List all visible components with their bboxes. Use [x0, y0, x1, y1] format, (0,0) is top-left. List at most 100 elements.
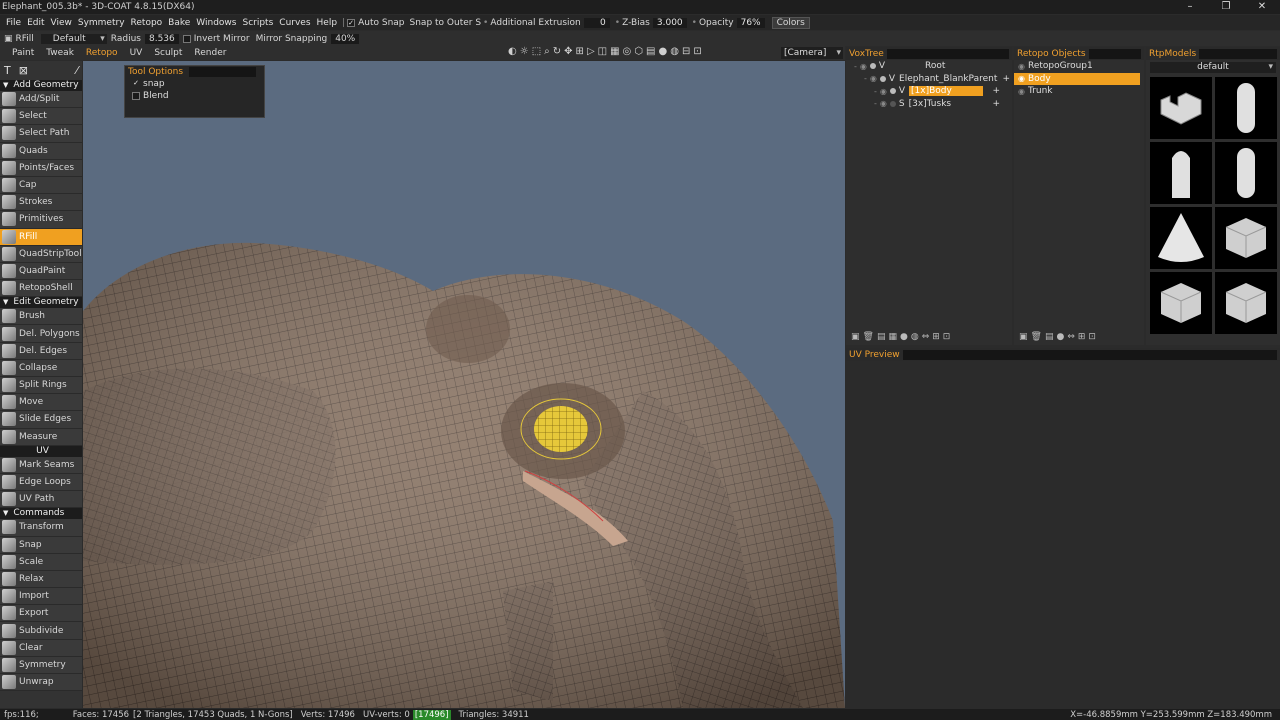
model-slot-cube-2[interactable] [1150, 272, 1212, 334]
select-tool-icon[interactable]: ⊠ [19, 64, 28, 77]
tool-points-faces[interactable]: Points/Faces [0, 159, 82, 177]
delete-icon[interactable]: 🗑 [1031, 332, 1042, 342]
tab-uv[interactable]: UV [124, 48, 149, 58]
menu-view[interactable]: View [48, 18, 75, 28]
settings-icon[interactable]: ⊡ [1088, 332, 1096, 342]
tool-select[interactable]: Select [0, 108, 82, 126]
retopo-item-body[interactable]: ◉ Body [1014, 72, 1140, 85]
voxtree-row-parent[interactable]: - ◉ V Elephant_BlankParent + [846, 73, 1012, 86]
eye-icon[interactable]: ◉ [880, 99, 887, 108]
tool-strokes[interactable]: Strokes [0, 194, 82, 212]
sphere-icon[interactable]: ● [658, 46, 667, 60]
extrusion-input[interactable]: 0 [583, 17, 610, 28]
rtpmodels-title[interactable]: RtpModels [1146, 49, 1199, 59]
export-icon[interactable]: ⊞ [932, 332, 940, 342]
add-icon[interactable]: + [992, 99, 1000, 109]
tool-retoposhell[interactable]: RetopoShell [0, 280, 82, 298]
section-edit-geometry[interactable]: ▼ Edit Geometry [0, 297, 82, 309]
eye-icon[interactable]: ◉ [1018, 62, 1025, 71]
tool-split-rings[interactable]: Split Rings [0, 377, 82, 395]
tool-clear[interactable]: Clear [0, 639, 82, 657]
uv-preview-title[interactable]: UV Preview [846, 350, 903, 360]
visibility-dot-icon[interactable] [889, 100, 896, 107]
close-button[interactable]: ✕ [1244, 0, 1280, 14]
blend-checkbox[interactable] [132, 92, 140, 100]
tool-mark-seams[interactable]: Mark Seams [0, 456, 82, 474]
split-icon[interactable]: ⊟ [682, 46, 690, 60]
visibility-dot-icon[interactable] [889, 88, 896, 95]
tool-collapse[interactable]: Collapse [0, 359, 82, 377]
collapse-icon[interactable]: - [854, 62, 857, 71]
settings-icon[interactable]: ⊡ [943, 332, 951, 342]
add-icon[interactable]: + [1002, 74, 1010, 84]
menu-help[interactable]: Help [314, 18, 341, 28]
frame-icon[interactable]: ⬚ [532, 46, 541, 60]
light-icon[interactable]: ☼ [520, 46, 529, 60]
brush-tool-icon[interactable]: ⁄ [76, 64, 78, 77]
new-layer-icon[interactable]: ▣ [851, 332, 860, 342]
screenshot-icon[interactable]: ▤ [646, 46, 655, 60]
menu-retopo[interactable]: Retopo [128, 18, 166, 28]
view-icon[interactable]: ⊡ [693, 46, 701, 60]
tool-del-polygons[interactable]: Del. Polygons [0, 325, 82, 343]
merge-icon[interactable]: ⇔ [922, 332, 930, 342]
tool-primitives[interactable]: Primitives [0, 211, 82, 229]
material-icon[interactable]: ◍ [670, 46, 679, 60]
cube-icon[interactable]: ⬡ [634, 46, 643, 60]
model-slot-bullet[interactable] [1150, 142, 1212, 204]
3d-viewport[interactable] [83, 61, 845, 708]
merge-icon[interactable]: ⇔ [1067, 332, 1075, 342]
ortho-icon[interactable]: ◫ [598, 46, 607, 60]
tool-measure[interactable]: Measure [0, 428, 82, 446]
tool-edge-loops[interactable]: Edge Loops [0, 473, 82, 492]
menu-bake[interactable]: Bake [165, 18, 193, 28]
snap-checkbox[interactable]: ✓ [132, 80, 140, 88]
elephant-mesh[interactable] [83, 61, 845, 708]
menu-file[interactable]: File [3, 18, 24, 28]
zoom-icon[interactable]: ⌕ [544, 46, 550, 60]
eye-icon[interactable]: ◉ [1018, 74, 1025, 83]
export-icon[interactable]: ⊞ [1078, 332, 1086, 342]
eye-icon[interactable]: ◉ [860, 62, 867, 71]
tab-render[interactable]: Render [188, 48, 232, 58]
grid-icon[interactable]: ▦ [888, 332, 897, 342]
maximize-button[interactable]: ❐ [1208, 0, 1244, 14]
collapse-icon[interactable]: - [874, 99, 877, 108]
tool-symmetry[interactable]: Symmetry [0, 656, 82, 674]
voxtree-title[interactable]: VoxTree [846, 49, 887, 59]
auto-snap-checkbox[interactable]: ✓ [347, 18, 356, 27]
invert-mirror-checkbox[interactable] [182, 34, 191, 43]
retopo-item-trunk[interactable]: ◉ Trunk [1014, 85, 1144, 98]
tool-scale[interactable]: Scale [0, 553, 82, 571]
rotate-icon[interactable]: ↻ [553, 46, 561, 60]
section-uv[interactable]: UV [0, 445, 82, 457]
menu-windows[interactable]: Windows [193, 18, 239, 28]
delete-icon[interactable]: 🗑 [863, 332, 874, 342]
menu-edit[interactable]: Edit [24, 18, 47, 28]
tool-quads[interactable]: Quads [0, 142, 82, 160]
tab-sculpt[interactable]: Sculpt [148, 48, 188, 58]
rtpmodels-preset-dropdown[interactable]: default [1150, 62, 1276, 73]
tool-add-split[interactable]: Add/Split [0, 91, 82, 109]
tool-select-path[interactable]: Select Path [0, 125, 82, 143]
tool-transform[interactable]: Transform [0, 519, 82, 537]
opacity-input[interactable]: 76% [736, 17, 765, 28]
snap-to-dropdown[interactable]: Snap to Outer S [410, 18, 482, 28]
visibility-dot-icon[interactable] [879, 75, 886, 82]
section-add-geometry[interactable]: ▼ Add Geometry [0, 80, 82, 91]
model-slot-cone[interactable] [1150, 207, 1212, 269]
camera-dropdown[interactable]: [Camera] [781, 47, 843, 59]
radius-input[interactable]: 8.536 [144, 33, 179, 44]
zbias-input[interactable]: 3.000 [652, 17, 687, 28]
eye-icon[interactable]: ◉ [880, 87, 887, 96]
colors-button[interactable]: Colors [771, 16, 810, 29]
retopo-title[interactable]: Retopo Objects [1014, 49, 1089, 59]
tool-subdivide[interactable]: Subdivide [0, 622, 82, 640]
mirror-snapping-input[interactable]: 40% [331, 33, 360, 44]
model-slot-capsule[interactable] [1215, 77, 1277, 139]
tool-del-edges[interactable]: Del. Edges [0, 342, 82, 360]
collapse-icon[interactable]: - [874, 87, 877, 96]
model-slot-capsule-2[interactable] [1215, 142, 1277, 204]
tool-options-header[interactable]: Tool Options [125, 66, 264, 78]
visibility-dot-icon[interactable] [869, 63, 876, 70]
